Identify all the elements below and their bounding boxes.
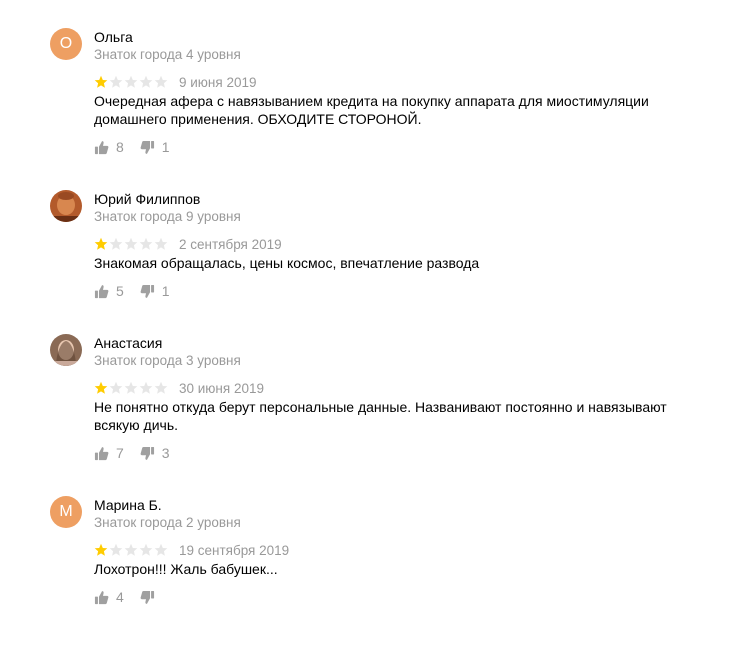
avatar[interactable] [50, 334, 82, 366]
like-count: 4 [116, 589, 124, 605]
review-date: 9 июня 2019 [179, 74, 257, 90]
author-level: Знаток города 3 уровня [94, 353, 241, 368]
dislike-button[interactable] [140, 590, 162, 605]
vote-bar: 5 1 [94, 282, 186, 300]
thumbs-down-icon [140, 140, 155, 155]
dislike-count: 1 [161, 283, 170, 299]
author-name[interactable]: Ольга [94, 28, 133, 46]
star-empty-icon [109, 237, 123, 250]
author-name[interactable]: Юрий Филиппов [94, 190, 200, 208]
star-empty-icon [154, 381, 168, 394]
star-rating [94, 381, 169, 395]
like-count: 5 [116, 283, 124, 299]
star-filled-icon [94, 237, 108, 250]
thumbs-down-icon [140, 284, 155, 299]
review-text: Не понятно откуда берут персональные дан… [94, 399, 667, 433]
star-filled-icon [94, 75, 108, 88]
review-text: Очередная афера с навязыванием кредита н… [94, 93, 649, 127]
vote-bar: 7 3 [94, 444, 186, 462]
thumbs-up-icon [94, 140, 109, 155]
star-empty-icon [124, 75, 138, 88]
author-name[interactable]: Марина Б. [94, 496, 162, 514]
like-button[interactable]: 4 [94, 589, 124, 605]
dislike-button[interactable]: 3 [140, 445, 170, 461]
like-button[interactable]: 5 [94, 283, 124, 299]
dislike-count: 1 [161, 139, 170, 155]
vote-bar: 8 1 [94, 138, 186, 156]
like-button[interactable]: 7 [94, 445, 124, 461]
dislike-count: 3 [161, 445, 170, 461]
avatar-letter: М [59, 503, 73, 520]
star-filled-icon [94, 381, 108, 394]
avatar[interactable]: М [50, 496, 82, 528]
star-empty-icon [109, 75, 123, 88]
star-rating [94, 543, 169, 557]
review-date: 30 июня 2019 [179, 380, 264, 396]
avatar[interactable]: О [50, 28, 82, 60]
star-empty-icon [139, 75, 153, 88]
star-filled-icon [94, 543, 108, 556]
dislike-button[interactable]: 1 [140, 283, 170, 299]
author-level: Знаток города 4 уровня [94, 47, 241, 62]
star-empty-icon [109, 381, 123, 394]
star-empty-icon [154, 75, 168, 88]
rating-row: 9 июня 2019 [94, 74, 256, 90]
thumbs-up-icon [94, 446, 109, 461]
vote-bar: 4 [94, 588, 178, 606]
avatar-photo [50, 334, 82, 366]
author-level: Знаток города 9 уровня [94, 209, 241, 224]
star-empty-icon [139, 543, 153, 556]
star-empty-icon [139, 237, 153, 250]
rating-row: 2 сентября 2019 [94, 236, 282, 252]
review-text: Знакомая обращалась, цены космос, впечат… [94, 255, 480, 271]
star-empty-icon [139, 381, 153, 394]
like-button[interactable]: 8 [94, 139, 124, 155]
thumbs-down-icon [140, 590, 155, 605]
rating-row: 19 сентября 2019 [94, 542, 289, 558]
review-date: 19 сентября 2019 [179, 542, 290, 558]
review-date: 2 сентября 2019 [179, 236, 282, 252]
like-count: 7 [116, 445, 124, 461]
star-empty-icon [124, 381, 138, 394]
author-level: Знаток города 2 уровня [94, 515, 241, 530]
star-empty-icon [124, 543, 138, 556]
avatar-letter: О [59, 35, 73, 52]
star-empty-icon [154, 237, 168, 250]
avatar-photo [50, 190, 82, 222]
star-empty-icon [109, 543, 123, 556]
star-empty-icon [154, 543, 168, 556]
avatar[interactable] [50, 190, 82, 222]
thumbs-up-icon [94, 284, 109, 299]
rating-row: 30 июня 2019 [94, 380, 264, 396]
reviews-list: О Ольга Знаток города 4 уровня 9 июня 20… [0, 0, 748, 657]
star-rating [94, 75, 169, 89]
star-empty-icon [124, 237, 138, 250]
author-name[interactable]: Анастасия [94, 334, 162, 352]
thumbs-up-icon [94, 590, 109, 605]
review-text: Лохотрон!!! Жаль бабушек... [94, 561, 278, 577]
dislike-button[interactable]: 1 [140, 139, 170, 155]
thumbs-down-icon [140, 446, 155, 461]
like-count: 8 [116, 139, 124, 155]
star-rating [94, 237, 169, 251]
